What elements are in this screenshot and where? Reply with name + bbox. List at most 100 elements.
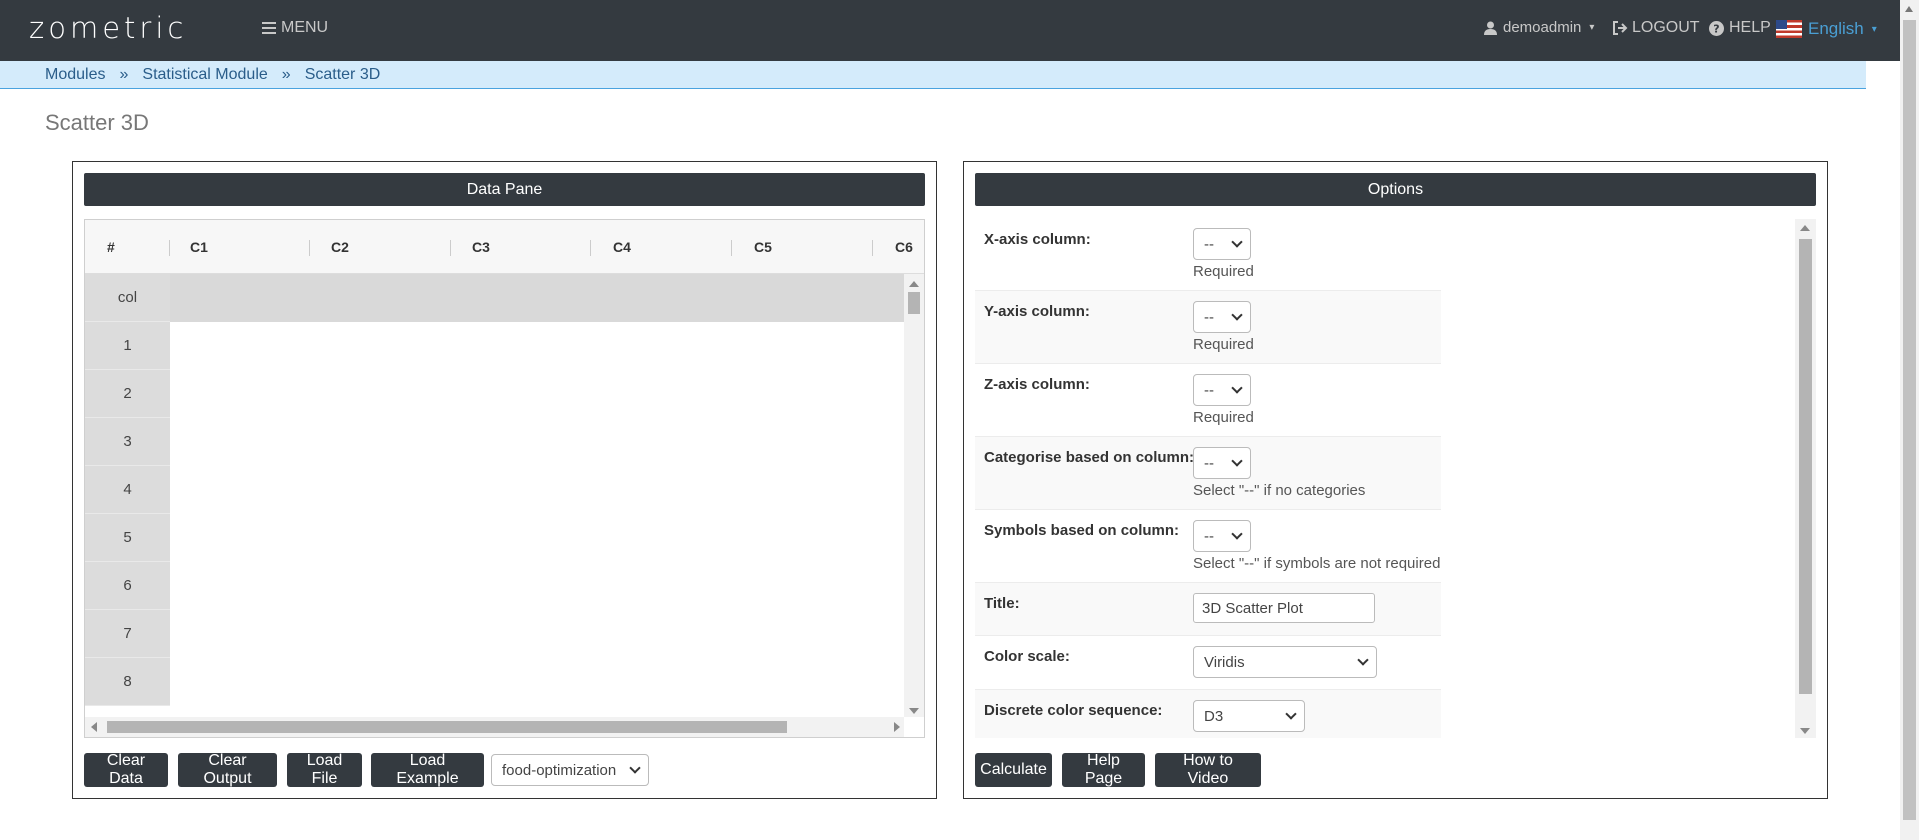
options-vertical-scrollbar[interactable] <box>1795 219 1816 738</box>
column-header-c2[interactable]: C2 <box>331 220 349 274</box>
load-example-button[interactable]: Load Example <box>371 752 484 787</box>
column-header-c5[interactable]: C5 <box>754 220 772 274</box>
column-header-c1[interactable]: C1 <box>190 220 208 274</box>
row-header: 6 <box>85 562 170 610</box>
chevron-down-icon <box>1357 654 1369 666</box>
row-cells[interactable] <box>170 610 904 658</box>
chevron-down-icon <box>1231 236 1243 248</box>
z-axis-select-value: -- <box>1204 381 1214 399</box>
help-page-button[interactable]: Help Page <box>1062 752 1145 787</box>
symbols-label: Symbols based on column: <box>984 522 1180 539</box>
grid-vertical-scrollbar[interactable] <box>904 274 924 717</box>
z-axis-label: Z-axis column: <box>984 376 1090 393</box>
example-select-value: food-optimization <box>502 761 617 779</box>
user-icon <box>1484 21 1497 35</box>
z-axis-help: Required <box>1193 409 1254 426</box>
scroll-up-arrow-icon[interactable] <box>909 281 919 287</box>
logout-link[interactable]: LOGOUT <box>1612 19 1700 37</box>
example-select[interactable]: food-optimization <box>491 754 649 786</box>
chevron-down-icon <box>1231 309 1243 321</box>
title-input[interactable]: 3D Scatter Plot <box>1193 593 1375 623</box>
calculate-button[interactable]: Calculate <box>975 753 1052 787</box>
y-axis-select[interactable]: -- <box>1193 301 1251 333</box>
z-axis-select[interactable]: -- <box>1193 374 1251 406</box>
scroll-thumb[interactable] <box>908 292 920 314</box>
symbols-select[interactable]: -- <box>1193 520 1251 552</box>
chevron-down-icon <box>1285 708 1297 720</box>
data-pane-panel: Data Pane # C1 C2 C3 C4 C5 C6 col 1 2 3 … <box>72 161 937 799</box>
color-scale-select[interactable]: Viridis <box>1193 646 1377 678</box>
breadcrumb-scatter-3d[interactable]: Scatter 3D <box>305 66 381 84</box>
table-row: 2 <box>85 370 904 418</box>
header-divider <box>590 240 591 256</box>
scroll-up-arrow-icon[interactable] <box>1905 6 1913 12</box>
x-axis-label: X-axis column: <box>984 231 1091 248</box>
chevron-down-icon <box>629 762 641 774</box>
row-cells[interactable] <box>170 514 904 562</box>
column-header-c3[interactable]: C3 <box>472 220 490 274</box>
breadcrumb-modules[interactable]: Modules <box>45 66 105 84</box>
page-title: Scatter 3D <box>45 110 149 135</box>
x-axis-select[interactable]: -- <box>1193 228 1251 260</box>
categorise-row: Categorise based on column: -- Select "-… <box>975 437 1441 510</box>
grid-horizontal-scrollbar[interactable] <box>85 717 904 737</box>
categorise-select[interactable]: -- <box>1193 447 1251 479</box>
scroll-down-arrow-icon[interactable] <box>909 708 919 714</box>
scroll-right-arrow-icon[interactable] <box>894 722 900 732</box>
column-header-c6[interactable]: C6 <box>895 220 913 274</box>
page: zometric MENU demoadmin ▾ LOGOUT ? HELP … <box>0 0 1919 840</box>
row-header: 5 <box>85 514 170 562</box>
caret-down-icon: ▾ <box>1589 22 1595 33</box>
table-row: col <box>85 274 904 322</box>
clear-output-button[interactable]: Clear Output <box>178 752 277 787</box>
categorise-help: Select "--" if no categories <box>1193 482 1366 499</box>
row-cells[interactable] <box>170 562 904 610</box>
breadcrumb-statistical-module[interactable]: Statistical Module <box>142 66 267 84</box>
app-logo[interactable]: zometric <box>29 11 187 45</box>
row-cells[interactable] <box>170 466 904 514</box>
menu-button[interactable]: MENU <box>262 19 328 37</box>
help-label: HELP <box>1729 19 1771 36</box>
color-scale-label: Color scale: <box>984 648 1070 665</box>
scroll-thumb[interactable] <box>1799 239 1812 694</box>
load-file-button[interactable]: Load File <box>287 752 362 787</box>
x-axis-select-value: -- <box>1204 235 1214 253</box>
title-label: Title: <box>984 595 1020 612</box>
table-row: 6 <box>85 562 904 610</box>
page-vertical-scrollbar[interactable] <box>1900 0 1919 840</box>
y-axis-select-value: -- <box>1204 308 1214 326</box>
table-row: 3 <box>85 418 904 466</box>
row-cells[interactable] <box>170 370 904 418</box>
grid-header-row: # C1 C2 C3 C4 C5 C6 <box>85 220 924 274</box>
row-cells[interactable] <box>170 274 904 322</box>
scroll-left-arrow-icon[interactable] <box>91 722 97 732</box>
scroll-thumb[interactable] <box>1903 20 1916 820</box>
discrete-color-select[interactable]: D3 <box>1193 700 1305 732</box>
breadcrumb-separator: » <box>119 65 129 83</box>
row-cells[interactable] <box>170 418 904 466</box>
column-header-c4[interactable]: C4 <box>613 220 631 274</box>
row-cells[interactable] <box>170 658 904 706</box>
scroll-up-arrow-icon[interactable] <box>1800 225 1810 231</box>
row-header: 7 <box>85 610 170 658</box>
options-form: X-axis column: -- Required Y-axis column… <box>975 219 1816 738</box>
how-to-video-button[interactable]: How to Video <box>1155 752 1261 787</box>
column-header-index: # <box>107 239 115 255</box>
help-link[interactable]: ? HELP <box>1709 19 1771 37</box>
scroll-down-arrow-icon[interactable] <box>1800 728 1810 734</box>
breadcrumb-separator: » <box>281 65 291 83</box>
table-row: 4 <box>85 466 904 514</box>
logout-label: LOGOUT <box>1632 19 1700 36</box>
data-pane-header: Data Pane <box>84 173 925 206</box>
scroll-thumb[interactable] <box>107 721 787 733</box>
data-grid[interactable]: # C1 C2 C3 C4 C5 C6 col 1 2 3 4 5 6 7 8 <box>84 219 925 738</box>
svg-text:?: ? <box>1713 22 1719 35</box>
chevron-down-icon <box>1231 455 1243 467</box>
question-circle-icon: ? <box>1709 20 1724 36</box>
symbols-row: Symbols based on column: -- Select "--" … <box>975 510 1441 583</box>
user-dropdown[interactable]: demoadmin ▾ <box>1484 19 1594 36</box>
row-header: 8 <box>85 658 170 706</box>
clear-data-button[interactable]: Clear Data <box>84 752 168 787</box>
row-cells[interactable] <box>170 322 904 370</box>
language-dropdown[interactable]: English ▾ <box>1776 19 1877 39</box>
